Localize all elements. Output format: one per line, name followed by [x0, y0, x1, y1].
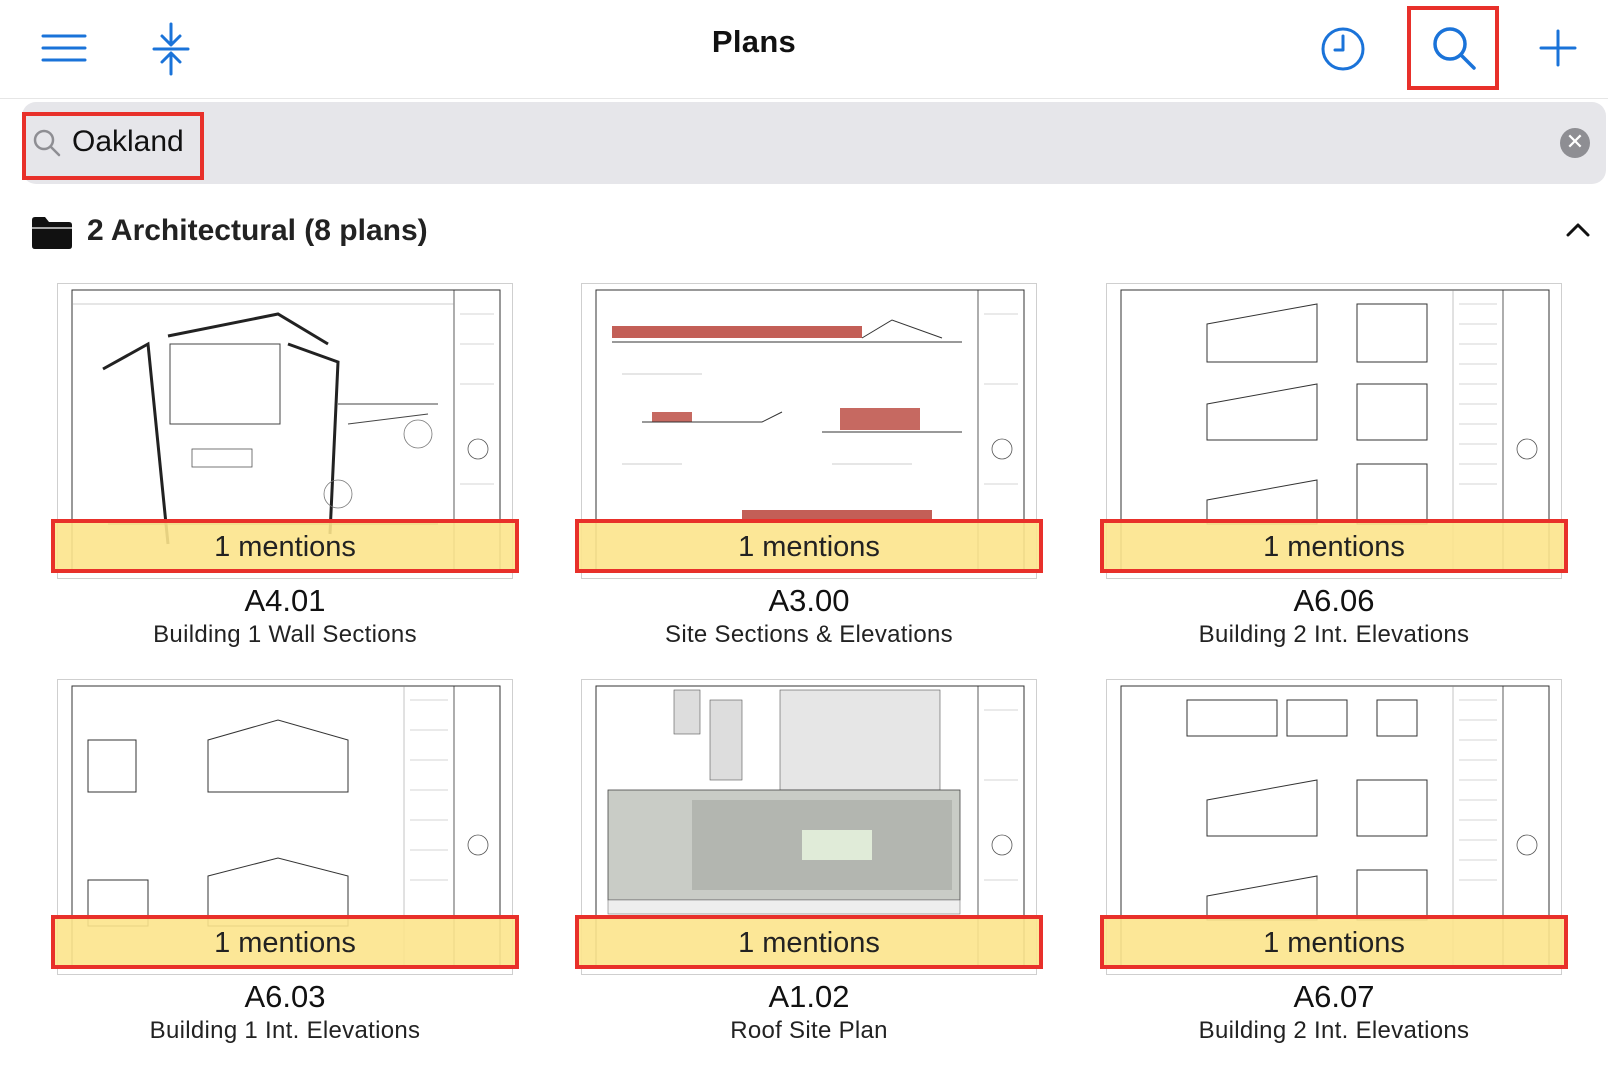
- history-icon[interactable]: [1320, 26, 1366, 72]
- section-header[interactable]: 2 Architectural (8 plans): [30, 208, 1590, 256]
- chevron-up-icon[interactable]: [1566, 222, 1590, 243]
- plan-number: A6.03: [244, 979, 326, 1014]
- mentions-badge: 1 mentions: [1100, 519, 1568, 573]
- plan-name: Building 1 Int. Elevations: [149, 1017, 421, 1044]
- plan-number: A3.00: [768, 583, 850, 618]
- plan-number: A1.02: [768, 979, 850, 1014]
- mentions-badge: 1 mentions: [51, 915, 519, 969]
- search-button-highlight: [1407, 6, 1499, 90]
- plan-number: A4.01: [244, 583, 326, 618]
- section-title: 2 Architectural (8 plans): [87, 214, 428, 247]
- mentions-badge: 1 mentions: [575, 915, 1043, 969]
- mentions-badge: 1 mentions: [51, 519, 519, 573]
- plan-name: Building 1 Wall Sections: [153, 621, 417, 648]
- plan-name: Building 2 Int. Elevations: [1198, 621, 1470, 648]
- plan-number: A6.07: [1293, 979, 1375, 1014]
- plan-name: Roof Site Plan: [730, 1017, 888, 1044]
- mentions-badge: 1 mentions: [575, 519, 1043, 573]
- close-circle-icon[interactable]: ✕: [1560, 128, 1590, 158]
- mentions-badge: 1 mentions: [1100, 915, 1568, 969]
- plan-name: Site Sections & Elevations: [665, 621, 953, 648]
- plan-name: Building 2 Int. Elevations: [1198, 1017, 1470, 1044]
- plan-number: A6.06: [1293, 583, 1375, 618]
- search-field[interactable]: Oakland ✕: [22, 102, 1606, 184]
- page-title: Plans: [711, 24, 797, 59]
- folder-icon: [30, 214, 74, 255]
- search-query-highlight: [22, 112, 204, 180]
- navigation-bar: Plans: [0, 0, 1608, 99]
- add-icon[interactable]: [1538, 28, 1578, 68]
